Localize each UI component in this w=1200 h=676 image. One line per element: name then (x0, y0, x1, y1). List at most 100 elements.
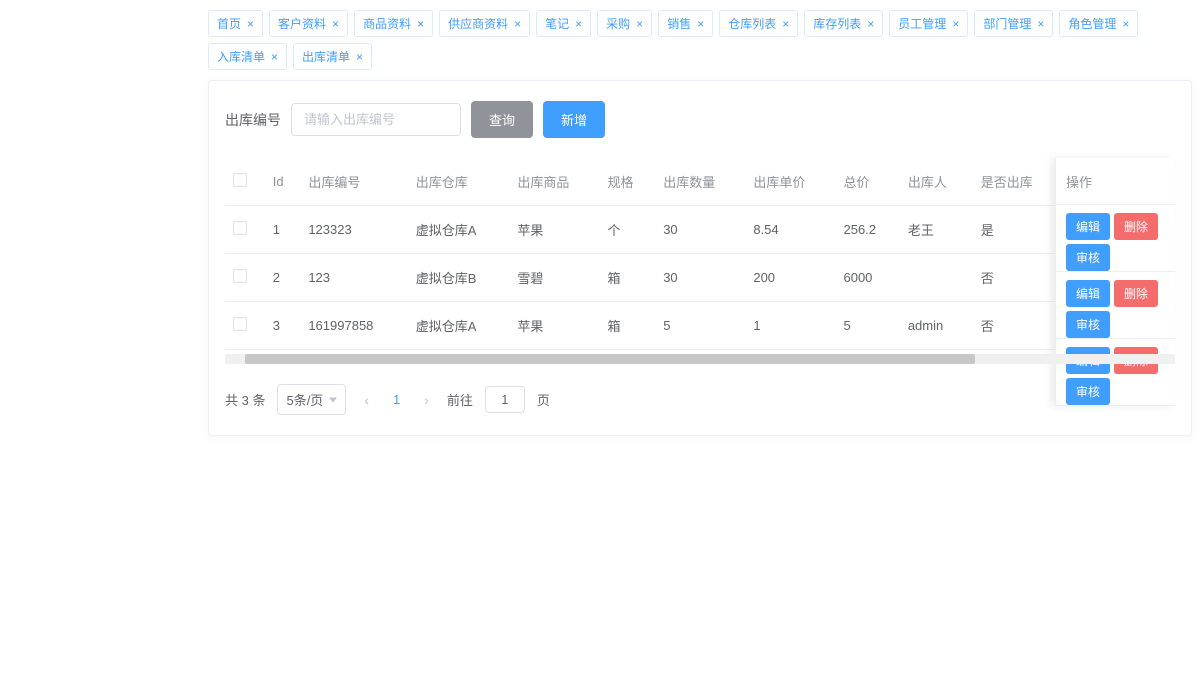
next-page-icon[interactable]: › (418, 392, 435, 408)
tab-item[interactable]: 销售 × (658, 10, 713, 37)
tab-item[interactable]: 部门管理 × (974, 10, 1053, 37)
row-checkbox[interactable] (233, 221, 247, 235)
cell-spec: 箱 (600, 254, 656, 302)
cell-isout: 是 (973, 206, 1063, 254)
col-warehouse: 出库仓库 (408, 158, 510, 206)
close-icon[interactable]: × (697, 17, 704, 31)
delete-button[interactable]: 删除 (1114, 280, 1158, 307)
close-icon[interactable]: × (417, 17, 424, 31)
goto-label: 前往 (447, 390, 473, 409)
table-row: 1123323虚拟仓库A苹果个308.54256.2老王是2023-04-27 … (225, 206, 1175, 254)
cell-product: 雪碧 (509, 254, 599, 302)
close-icon[interactable]: × (356, 50, 363, 64)
goto-input[interactable] (485, 386, 525, 413)
close-icon[interactable]: × (271, 50, 278, 64)
close-icon[interactable]: × (1122, 17, 1129, 31)
close-icon[interactable]: × (247, 17, 254, 31)
ops-cell: 编辑删除审核 (1056, 272, 1175, 339)
tab-item[interactable]: 员工管理 × (889, 10, 968, 37)
cell-price: 200 (745, 254, 835, 302)
tab-label: 销售 (667, 15, 691, 32)
table-scroll[interactable]: Id 出库编号 出库仓库 出库商品 规格 出库数量 出库单价 总价 出库人 是否… (225, 158, 1175, 350)
tab-label: 供应商资料 (448, 15, 508, 32)
cell-warehouse: 虚拟仓库A (408, 302, 510, 350)
prev-page-icon[interactable]: ‹ (358, 392, 375, 408)
edit-button[interactable]: 编辑 (1066, 280, 1110, 307)
close-icon[interactable]: × (1037, 17, 1044, 31)
cell-code: 123 (300, 254, 407, 302)
tab-label: 入库清单 (217, 48, 265, 65)
goto-suffix: 页 (537, 390, 550, 409)
cell-product: 苹果 (509, 206, 599, 254)
tab-item[interactable]: 笔记 × (536, 10, 591, 37)
close-icon[interactable]: × (867, 17, 874, 31)
cell-spec: 箱 (600, 302, 656, 350)
close-icon[interactable]: × (782, 17, 789, 31)
ops-cell: 编辑删除审核 (1056, 339, 1175, 406)
close-icon[interactable]: × (952, 17, 959, 31)
tab-label: 部门管理 (983, 15, 1031, 32)
ops-fixed-column: 操作 编辑删除审核编辑删除审核编辑删除审核 (1055, 158, 1175, 406)
cell-id: 3 (265, 302, 301, 350)
add-button[interactable]: 新增 (543, 101, 605, 138)
cell-warehouse: 虚拟仓库B (408, 254, 510, 302)
cell-id: 2 (265, 254, 301, 302)
tab-label: 首页 (217, 15, 241, 32)
horizontal-scrollbar[interactable] (225, 354, 1175, 364)
tab-item[interactable]: 入库清单 × (208, 43, 287, 70)
tab-item[interactable]: 仓库列表× (719, 10, 798, 37)
tab-item[interactable]: 客户资料 × (269, 10, 348, 37)
cell-spec: 个 (600, 206, 656, 254)
edit-button[interactable]: 编辑 (1066, 213, 1110, 240)
select-all-checkbox[interactable] (233, 173, 247, 187)
tab-item[interactable]: 商品资料× (354, 10, 433, 37)
tab-label: 笔记 (545, 15, 569, 32)
page-number[interactable]: 1 (387, 392, 406, 407)
tab-item[interactable]: 出库清单 × (293, 43, 372, 70)
search-bar: 出库编号 查询 新增 (225, 101, 1175, 138)
cell-person (900, 254, 973, 302)
tab-item[interactable]: 首页 × (208, 10, 263, 37)
tab-item[interactable]: 库存列表× (804, 10, 883, 37)
page-size-select[interactable]: 5条/页 (277, 384, 346, 415)
col-price: 出库单价 (745, 158, 835, 206)
cell-person: admin (900, 302, 973, 350)
search-input[interactable] (291, 103, 461, 136)
col-id: Id (265, 158, 301, 206)
close-icon[interactable]: × (636, 17, 643, 31)
audit-button[interactable]: 审核 (1066, 378, 1110, 405)
close-icon[interactable]: × (575, 17, 582, 31)
tab-label: 员工管理 (898, 15, 946, 32)
tab-item[interactable]: 采购 × (597, 10, 652, 37)
col-person: 出库人 (900, 158, 973, 206)
search-label: 出库编号 (225, 110, 281, 130)
cell-code: 161997858 (300, 302, 407, 350)
delete-button[interactable]: 删除 (1114, 213, 1158, 240)
tab-label: 出库清单 (302, 48, 350, 65)
col-total: 总价 (835, 158, 899, 206)
col-spec: 规格 (600, 158, 656, 206)
cell-price: 1 (745, 302, 835, 350)
cell-isout: 否 (973, 254, 1063, 302)
total-count: 共 3 条 (225, 390, 265, 409)
query-button[interactable]: 查询 (471, 101, 533, 138)
cell-person: 老王 (900, 206, 973, 254)
table-wrapper: Id 出库编号 出库仓库 出库商品 规格 出库数量 出库单价 总价 出库人 是否… (225, 158, 1175, 350)
cell-product: 苹果 (509, 302, 599, 350)
close-icon[interactable]: × (332, 17, 339, 31)
tab-label: 采购 (606, 15, 630, 32)
cell-qty: 5 (655, 302, 745, 350)
audit-button[interactable]: 审核 (1066, 244, 1110, 271)
cell-id: 1 (265, 206, 301, 254)
col-product: 出库商品 (509, 158, 599, 206)
row-checkbox[interactable] (233, 317, 247, 331)
tab-item[interactable]: 角色管理 × (1059, 10, 1138, 37)
tab-item[interactable]: 供应商资料 × (439, 10, 530, 37)
tab-label: 角色管理 (1068, 15, 1116, 32)
pagination: 共 3 条 5条/页 ‹ 1 › 前往 页 (225, 384, 1175, 415)
close-icon[interactable]: × (514, 17, 521, 31)
tab-label: 客户资料 (278, 15, 326, 32)
row-checkbox[interactable] (233, 269, 247, 283)
audit-button[interactable]: 审核 (1066, 311, 1110, 338)
scrollbar-thumb[interactable] (245, 354, 975, 364)
